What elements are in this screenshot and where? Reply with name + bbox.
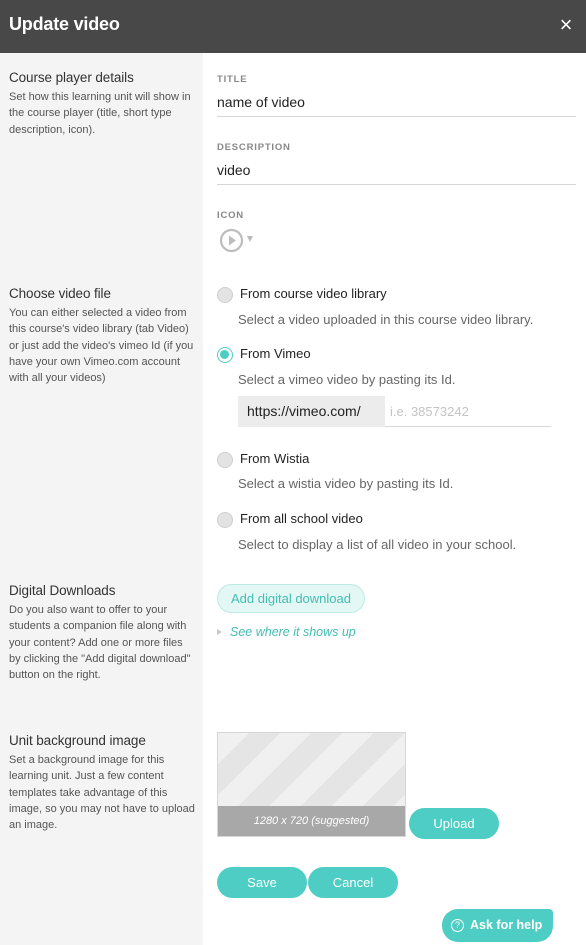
choose-video-info: Choose video file You can either selecte… [9,286,195,386]
radio-label: From all school video [240,511,363,526]
cancel-button[interactable]: Cancel [308,867,398,898]
ask-for-help-label: Ask for help [470,918,543,932]
save-button[interactable]: Save [217,867,307,898]
help-circle-icon: ? [451,919,464,932]
vimeo-url-prefix: https://vimeo.com/ [238,396,385,427]
background-image-info: Unit background image Set a background i… [9,733,195,833]
suggested-size-label: 1280 x 720 (suggested) [218,806,405,836]
description-input[interactable] [217,162,576,185]
radio-label: From course video library [240,286,387,301]
ask-for-help-button[interactable]: ? Ask for help [442,909,553,942]
radio-description: Select to display a list of all video in… [238,537,517,552]
see-where-link-text: See where it shows up [230,625,356,639]
dialog-header: Update video × [0,0,586,53]
chevron-down-icon [247,236,253,242]
title-label: TITLE [217,74,248,85]
radio-button[interactable] [217,452,233,468]
icon-label: ICON [217,210,244,221]
upload-button[interactable]: Upload [409,808,499,839]
section-heading: Choose video file [9,286,111,301]
play-circle-icon [219,228,244,253]
section-heading: Course player details [9,70,134,85]
radio-label: From Vimeo [240,346,311,361]
dialog-title: Update video [9,14,120,34]
icon-picker[interactable] [219,228,259,253]
radio-button-checked[interactable] [217,347,233,363]
section-description: Set how this learning unit will show in … [9,91,191,136]
radio-description: Select a vimeo video by pasting its Id. [238,372,456,387]
add-digital-download-button[interactable]: Add digital download [217,584,365,613]
section-description: Do you also want to offer to your studen… [9,604,191,682]
close-icon[interactable]: × [557,14,575,36]
radio-button[interactable] [217,287,233,303]
course-player-info: Course player details Set how this learn… [9,70,195,138]
caret-right-icon [217,629,222,635]
radio-description: Select a wistia video by pasting its Id. [238,476,454,491]
vimeo-id-input[interactable] [385,396,551,427]
radio-label: From Wistia [240,451,310,466]
section-description: Set a background image for this learning… [9,754,195,832]
section-description: You can either selected a video from thi… [9,307,194,385]
section-heading: Unit background image [9,733,146,748]
digital-downloads-info: Digital Downloads Do you also want to of… [9,583,195,683]
description-label: DESCRIPTION [217,142,291,153]
background-image-placeholder: 1280 x 720 (suggested) [217,732,406,837]
title-input[interactable] [217,94,576,117]
section-heading: Digital Downloads [9,583,116,598]
radio-button[interactable] [217,512,233,528]
radio-description: Select a video uploaded in this course v… [238,312,534,327]
